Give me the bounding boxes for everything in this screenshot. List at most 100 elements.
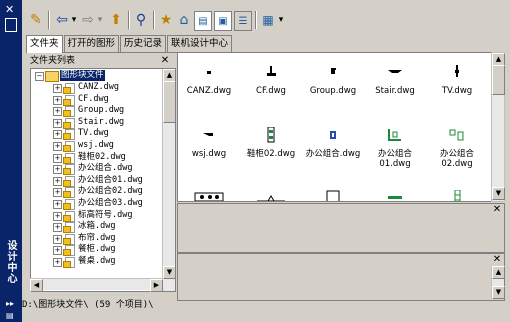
search-icon[interactable]: ⚲ <box>133 11 149 29</box>
expand-icon[interactable]: + <box>53 84 62 93</box>
description-scrollbar[interactable]: ▲ ▼ <box>491 266 505 299</box>
scroll-down-icon[interactable]: ▼ <box>492 286 505 299</box>
close-icon[interactable]: ✕ <box>492 205 502 215</box>
grid-item[interactable] <box>178 188 240 201</box>
expand-icon[interactable]: + <box>53 258 62 267</box>
grid-item-label: 办公组合02.dwg <box>439 149 474 169</box>
grid-item[interactable]: TV.dwg <box>426 62 488 118</box>
tree-item[interactable]: + wsj.dwg <box>31 140 161 152</box>
tree-toggle-icon[interactable]: ▤ <box>194 11 212 31</box>
expand-icon[interactable]: + <box>53 188 62 198</box>
expand-icon[interactable]: + <box>53 165 62 175</box>
tree-item-label: 布帘.dwg <box>78 232 116 243</box>
tree-item[interactable]: + 办公组合01.dwg <box>31 175 161 187</box>
dwg-file-icon <box>63 129 76 141</box>
grid-item[interactable]: 办公组合.dwg <box>302 125 364 181</box>
load-icon[interactable]: ✎ <box>28 11 44 29</box>
group-icon <box>323 64 343 80</box>
back-dropdown-icon[interactable]: ▾ <box>70 11 78 29</box>
tree-item[interactable]: + 办公组合03.dwg <box>31 198 161 210</box>
scroll-down-icon[interactable]: ▼ <box>492 187 505 200</box>
tree-root-row[interactable]: − 图形块文件 <box>31 70 161 82</box>
expand-icon[interactable]: + <box>53 153 62 163</box>
grid-item-label: 办公组合01.dwg <box>377 149 412 169</box>
grid-item[interactable] <box>426 188 488 201</box>
scroll-thumb[interactable] <box>163 81 175 123</box>
expand-icon[interactable]: + <box>53 246 62 256</box>
grid-item[interactable]: 办公组合02.dwg <box>426 125 488 181</box>
up-icon[interactable]: ⬆ <box>108 11 124 29</box>
office03-icon <box>194 190 224 201</box>
forward-dropdown-icon[interactable]: ▾ <box>96 11 104 29</box>
tree-item[interactable]: + 布帘.dwg <box>31 232 161 245</box>
tree-item[interactable]: + CANZ.dwg <box>31 82 161 94</box>
grid-item[interactable] <box>240 188 302 201</box>
preview-icon[interactable]: ▣ <box>214 11 232 31</box>
tree-item[interactable]: + 餐桌.dwg <box>31 256 161 268</box>
status-bar: D:\图形块文件\ (59 个项目)\ <box>22 300 154 310</box>
forward-icon[interactable]: ⇨ <box>80 11 96 29</box>
content-grid[interactable]: CANZ.dwg CF.dwg Group.dwg Stair.dwg TV.dwg ws… <box>177 52 493 202</box>
expand-icon[interactable]: + <box>53 234 62 244</box>
tab-folders[interactable]: 文件夹 <box>26 35 63 53</box>
expand-icon[interactable]: + <box>53 142 62 151</box>
tree-item[interactable]: + Group.dwg <box>31 105 161 118</box>
tree-vertical-scrollbar[interactable]: ▲ ▼ <box>162 69 175 291</box>
tree-item[interactable]: + 办公组合.dwg <box>31 163 161 176</box>
close-icon[interactable]: ✕ <box>492 255 502 265</box>
expand-icon[interactable]: + <box>53 223 62 233</box>
tree-item[interactable]: + CF.dwg <box>31 94 161 106</box>
tab-open-drawings[interactable]: 打开的图形 <box>63 35 120 52</box>
expand-icon[interactable]: + <box>53 211 62 221</box>
autohide-icon[interactable]: ▸▸ <box>6 299 14 308</box>
grid-item[interactable] <box>364 188 426 201</box>
dwg-file-icon <box>63 199 76 210</box>
expand-icon[interactable]: + <box>53 95 62 105</box>
tree-item[interactable]: + 鞋柜02.dwg <box>31 152 161 164</box>
grid-item[interactable]: Group.dwg <box>302 62 364 118</box>
expand-icon[interactable]: + <box>53 107 62 117</box>
properties-icon[interactable] <box>5 18 17 32</box>
tree-close-icon[interactable]: ✕ <box>160 55 170 67</box>
scroll-right-icon[interactable]: ▶ <box>150 279 163 292</box>
favorites-icon[interactable]: ★ <box>158 11 174 29</box>
grid-vertical-scrollbar[interactable]: ▲ ▼ <box>491 52 505 202</box>
scroll-up-icon[interactable]: ▲ <box>492 266 505 279</box>
tree-item[interactable]: + 冰箱.dwg <box>31 221 161 234</box>
description-pane: ✕ ▲ ▼ <box>177 253 505 301</box>
tree-horizontal-scrollbar[interactable]: ◀ ▶ <box>30 278 163 292</box>
tree-item[interactable]: + 餐柜.dwg <box>31 244 161 257</box>
grid-item[interactable] <box>302 188 364 201</box>
palette-menu-icon[interactable]: ▤ <box>6 311 14 320</box>
stair-icon <box>385 64 405 80</box>
expand-icon[interactable]: + <box>53 200 62 209</box>
grid-item[interactable]: 鞋柜02.dwg <box>240 125 302 181</box>
grid-item[interactable]: CF.dwg <box>240 62 302 118</box>
expand-icon[interactable]: + <box>53 130 62 140</box>
close-icon[interactable]: ✕ <box>5 3 14 16</box>
home-icon[interactable]: ⌂ <box>176 11 192 29</box>
expand-icon[interactable]: + <box>53 176 62 186</box>
description-icon[interactable]: ☰ <box>234 11 252 31</box>
grid-item[interactable]: 办公组合01.dwg <box>364 125 426 181</box>
tree-item[interactable]: + Stair.dwg <box>31 117 161 129</box>
grid-item[interactable]: CANZ.dwg <box>178 62 240 118</box>
views-dropdown-icon[interactable]: ▾ <box>277 11 285 29</box>
tree-item[interactable]: + 标高符号.dwg <box>31 210 161 222</box>
grid-item[interactable]: Stair.dwg <box>364 62 426 118</box>
tree-title: 文件夹列表 <box>30 56 76 66</box>
back-icon[interactable]: ⇦ <box>54 11 70 29</box>
grid-item[interactable]: wsj.dwg <box>178 125 240 181</box>
folder-tree[interactable]: − 图形块文件 + CANZ.dwg + CF.dwg + Group.dwg + Stair… <box>30 68 176 292</box>
tree-item[interactable]: + TV.dwg <box>31 128 161 141</box>
expand-icon[interactable]: + <box>53 118 62 128</box>
scroll-down-icon[interactable]: ▼ <box>163 266 175 279</box>
scroll-left-icon[interactable]: ◀ <box>30 279 43 292</box>
tab-history[interactable]: 历史记录 <box>120 35 167 52</box>
tree-item[interactable]: + 办公组合02.dwg <box>31 186 161 199</box>
views-icon[interactable]: ▦ <box>260 11 276 29</box>
tab-dc-online[interactable]: 联机设计中心 <box>167 35 233 52</box>
grid-item-label: CANZ.dwg <box>186 86 232 96</box>
scroll-thumb[interactable] <box>492 65 505 95</box>
tree-item-label: 餐柜.dwg <box>78 244 116 255</box>
